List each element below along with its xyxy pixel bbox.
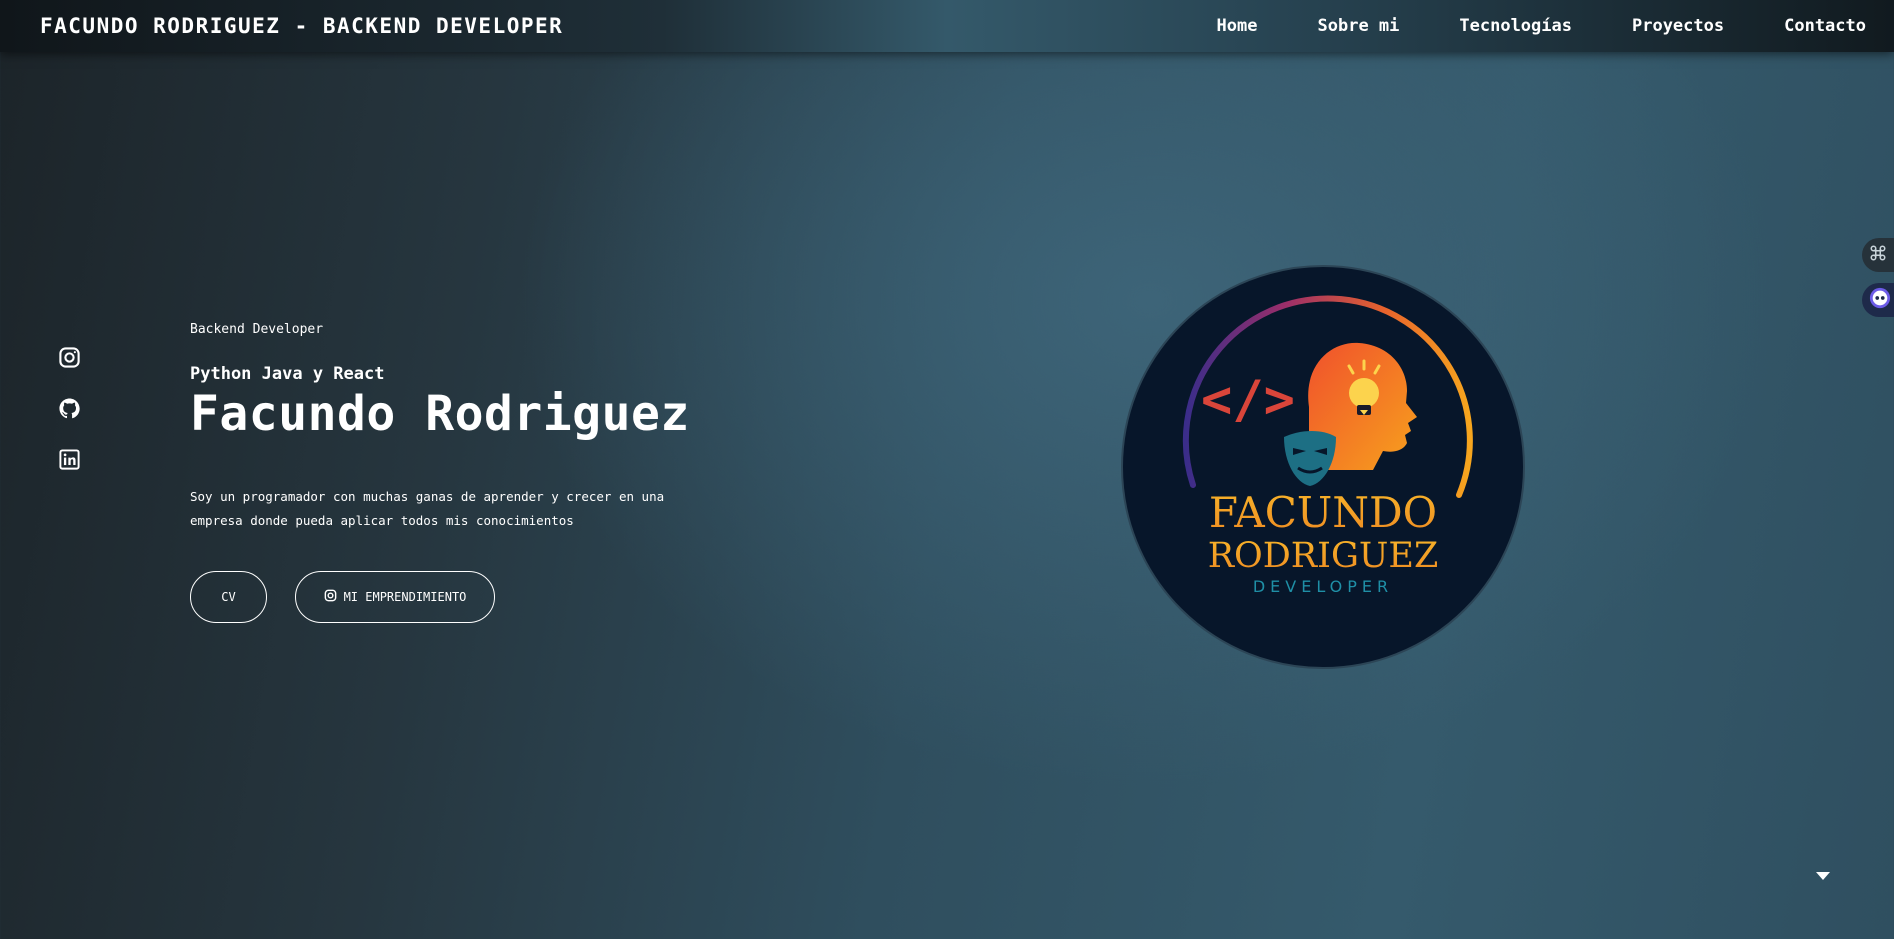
command-icon <box>1869 244 1887 266</box>
profile-logo: </> FACUNDO RODRIGUEZ DEVELOPER <box>1121 265 1525 669</box>
assistant-widget[interactable] <box>1862 283 1894 317</box>
code-symbol: </> <box>1201 370 1295 430</box>
emprendimiento-button-label: MI EMPRENDIMIENTO <box>343 589 467 604</box>
hero-eyebrow: Backend Developer <box>190 322 324 337</box>
nav-link-sobre-mi[interactable]: Sobre mi <box>1318 16 1400 36</box>
assistant-icon <box>1869 287 1891 313</box>
nav-link-home[interactable]: Home <box>1217 16 1258 36</box>
instagram-icon <box>324 589 337 605</box>
command-widget[interactable] <box>1862 238 1894 272</box>
hero-name: Facundo Rodriguez <box>190 386 690 442</box>
hero-buttons: CV MI EMPRENDIMIENTO <box>190 570 710 623</box>
emprendimiento-button[interactable]: MI EMPRENDIMIENTO <box>295 570 495 623</box>
site-brand[interactable]: FACUNDO RODRIGUEZ - BACKEND DEVELOPER <box>40 14 563 38</box>
cv-button[interactable]: CV <box>190 570 267 623</box>
navbar: FACUNDO RODRIGUEZ - BACKEND DEVELOPER Ho… <box>0 0 1894 52</box>
logo-line-2: RODRIGUEZ <box>1208 536 1439 576</box>
cv-button-label: CV <box>221 589 236 604</box>
nav-link-contacto[interactable]: Contacto <box>1784 16 1866 36</box>
instagram-icon[interactable] <box>58 346 81 369</box>
nav-links: Home Sobre mi Tecnologías Proyectos Cont… <box>1157 16 1866 36</box>
hero-subtitle: Python Java y React <box>190 364 385 384</box>
nav-link-proyectos[interactable]: Proyectos <box>1632 16 1724 36</box>
social-links <box>58 346 81 471</box>
hero-section: Backend Developer Python Java y React Fa… <box>190 322 710 623</box>
hero-description: Soy un programador con muchas ganas de a… <box>190 488 665 528</box>
logo-line-1: FACUNDO <box>1209 488 1437 537</box>
linkedin-icon[interactable] <box>58 448 81 471</box>
logo-line-3: DEVELOPER <box>1253 577 1393 596</box>
github-icon[interactable] <box>58 397 81 420</box>
chevron-down-icon[interactable] <box>1816 872 1830 880</box>
nav-link-tecnologias[interactable]: Tecnologías <box>1459 16 1572 36</box>
